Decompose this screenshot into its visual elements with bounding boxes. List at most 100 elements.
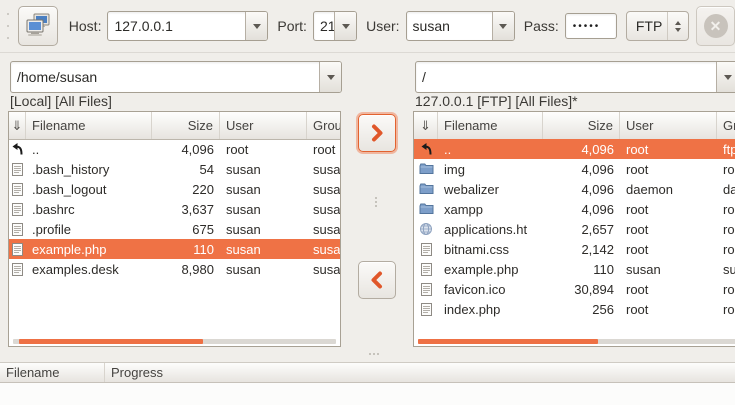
file-row[interactable]: .bash_history54susansusan xyxy=(9,159,340,179)
remote-path-dropdown-button[interactable] xyxy=(716,62,735,92)
remote-status-label: 127.0.0.1 [FTP] [All Files]* xyxy=(415,93,578,109)
user-column-header[interactable]: User xyxy=(620,112,717,139)
port-input[interactable]: 21 xyxy=(314,12,334,40)
file-row[interactable]: applications.ht2,657rootroot xyxy=(414,219,735,239)
file-icon xyxy=(12,203,23,216)
local-status-label: [Local] [All Files] xyxy=(10,93,112,109)
scrollbar-thumb[interactable] xyxy=(19,339,203,344)
file-user: susan xyxy=(220,262,307,277)
size-column-header[interactable]: Size xyxy=(543,112,620,139)
file-row[interactable]: favicon.ico30,894rootroot xyxy=(414,279,735,299)
remote-path-input[interactable]: / xyxy=(416,62,716,92)
filename-column-header[interactable]: Filename xyxy=(26,112,152,139)
protocol-selector[interactable]: FTP xyxy=(626,11,689,41)
file-group: root xyxy=(717,162,735,177)
remote-hscrollbar[interactable] xyxy=(418,339,735,344)
toolbar-grip[interactable] xyxy=(6,13,11,39)
file-row[interactable]: examples.desk8,980susansusan xyxy=(9,259,340,279)
file-user: root xyxy=(620,222,717,237)
scrollbar-thumb[interactable] xyxy=(418,339,598,344)
file-name: favicon.ico xyxy=(438,282,543,297)
file-size: 3,637 xyxy=(152,202,220,217)
local-path-combo[interactable]: /home/susan xyxy=(10,61,342,93)
local-path-dropdown-button[interactable] xyxy=(319,62,341,92)
remote-file-list: ⇓FilenameSizeUserGroup ..4,096rootftpimg… xyxy=(413,111,735,347)
queue-progress-column-header[interactable]: Progress xyxy=(105,363,735,382)
file-user: root xyxy=(620,242,717,257)
port-combo[interactable]: 21 xyxy=(313,11,357,41)
file-row[interactable]: .bash_logout220susansusan xyxy=(9,179,340,199)
file-name: webalizer xyxy=(438,182,543,197)
password-field[interactable]: ••••• xyxy=(565,13,617,39)
file-icon xyxy=(12,243,23,256)
transfer-to-remote-button[interactable] xyxy=(358,114,396,152)
host-input[interactable]: 127.0.0.1 xyxy=(108,12,245,40)
spin-arrows[interactable] xyxy=(667,12,688,40)
group-column-header[interactable]: Group xyxy=(717,112,735,139)
file-group: daemon xyxy=(717,182,735,197)
file-user: root xyxy=(620,302,717,317)
transfer-queue-header: Filename Progress xyxy=(0,362,735,383)
file-size: 4,096 xyxy=(543,202,620,217)
file-name: example.php xyxy=(438,262,543,277)
user-input[interactable]: susan xyxy=(407,12,492,40)
queue-filename-column-header[interactable]: Filename xyxy=(0,363,105,382)
file-size: 2,142 xyxy=(543,242,620,257)
local-hscrollbar[interactable] xyxy=(13,339,336,344)
pane-grip[interactable] xyxy=(375,197,377,207)
file-row[interactable]: xampp4,096rootroot xyxy=(414,199,735,219)
local-path-input[interactable]: /home/susan xyxy=(11,62,319,92)
file-user: root xyxy=(620,282,717,297)
file-group: ftp xyxy=(717,142,735,157)
filename-column-header[interactable]: Filename xyxy=(438,112,543,139)
host-dropdown-button[interactable] xyxy=(245,12,267,40)
file-row[interactable]: ..4,096rootroot xyxy=(9,139,340,159)
file-row[interactable]: ..4,096rootftp xyxy=(414,139,735,159)
user-column-header[interactable]: User xyxy=(220,112,307,139)
file-name: .. xyxy=(438,142,543,157)
file-user: root xyxy=(220,142,307,157)
file-size: 4,096 xyxy=(543,182,620,197)
size-column-header[interactable]: Size xyxy=(152,112,220,139)
file-size: 110 xyxy=(152,242,220,257)
file-icon xyxy=(421,303,432,316)
transfer-to-local-button[interactable] xyxy=(358,261,396,299)
file-group: root xyxy=(717,222,735,237)
connect-button[interactable] xyxy=(18,6,58,46)
file-row[interactable]: .profile675susansusan xyxy=(9,219,340,239)
file-name: xampp xyxy=(438,202,543,217)
file-name: .bash_logout xyxy=(26,182,152,197)
disconnect-button[interactable]: ✕ xyxy=(696,6,735,46)
host-label: Host: xyxy=(69,18,102,34)
file-size: 110 xyxy=(543,262,620,277)
html-file-icon xyxy=(419,222,433,236)
chevron-down-icon xyxy=(342,24,350,33)
file-row[interactable]: webalizer4,096daemondaemon xyxy=(414,179,735,199)
file-row[interactable]: example.php110susansusan xyxy=(414,259,735,279)
user-dropdown-button[interactable] xyxy=(492,12,514,40)
remote-path-combo[interactable]: / xyxy=(415,61,735,93)
port-dropdown-button[interactable] xyxy=(334,12,356,40)
sort-icon[interactable]: ⇓ xyxy=(9,112,26,139)
user-combo[interactable]: susan xyxy=(406,11,515,41)
queue-pane-grip[interactable] xyxy=(369,353,379,355)
file-group: susan xyxy=(307,242,340,257)
file-size: 220 xyxy=(152,182,220,197)
file-row[interactable]: example.php110susansusan xyxy=(9,239,340,259)
file-row[interactable]: img4,096rootroot xyxy=(414,159,735,179)
remote-list-header: ⇓FilenameSizeUserGroup xyxy=(414,112,735,140)
sort-icon[interactable]: ⇓ xyxy=(414,112,438,139)
file-user: root xyxy=(620,202,717,217)
up-dir-icon xyxy=(11,142,24,156)
file-row[interactable]: .bashrc3,637susansusan xyxy=(9,199,340,219)
host-combo[interactable]: 127.0.0.1 xyxy=(107,11,268,41)
chevron-down-icon xyxy=(499,24,507,33)
file-size: 675 xyxy=(152,222,220,237)
file-name: example.php xyxy=(26,242,152,257)
file-row[interactable]: index.php256rootroot xyxy=(414,299,735,319)
file-group: susan xyxy=(307,202,340,217)
group-column-header[interactable]: Group xyxy=(307,112,340,139)
protocol-value: FTP xyxy=(627,12,667,40)
file-group: root xyxy=(717,202,735,217)
file-row[interactable]: bitnami.css2,142rootroot xyxy=(414,239,735,259)
